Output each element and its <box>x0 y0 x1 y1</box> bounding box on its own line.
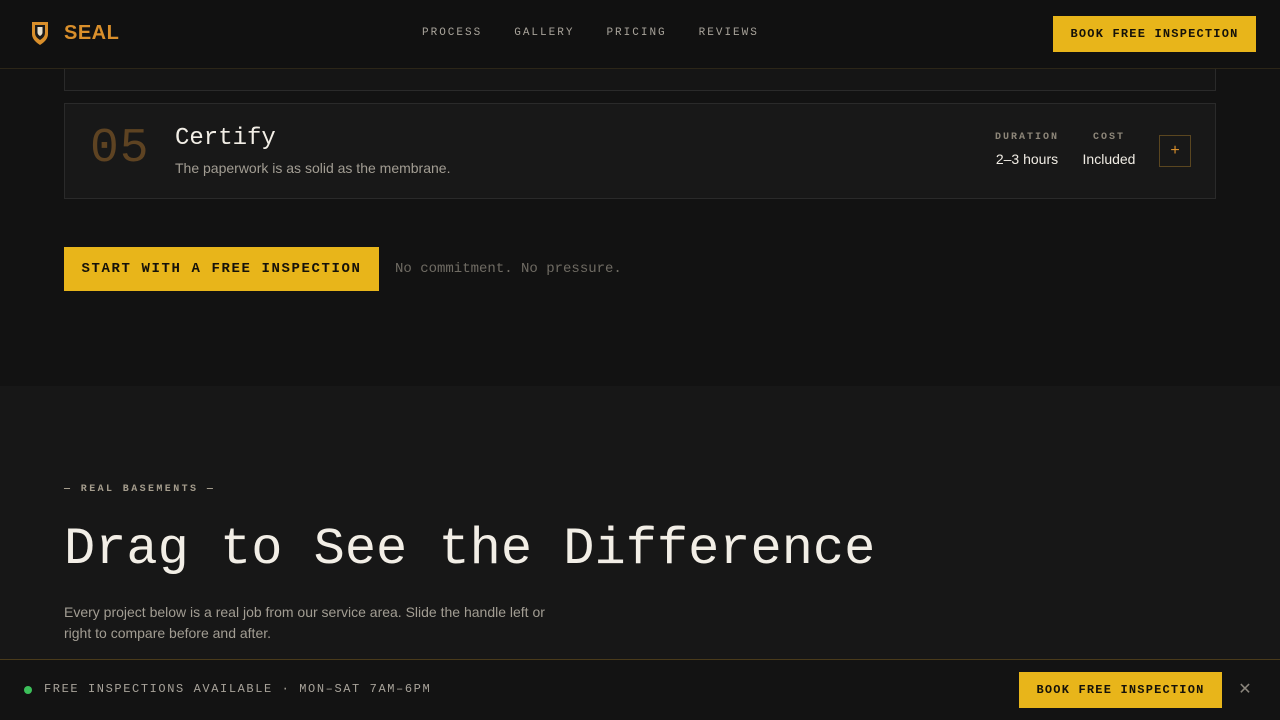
brand-logo-link[interactable]: SEAL <box>28 20 119 46</box>
cost-label: COST <box>1092 132 1125 143</box>
section-eyebrow: — REAL BASEMENTS — <box>64 484 216 495</box>
plus-icon: + <box>1170 142 1180 159</box>
nav-reviews[interactable]: REVIEWS <box>699 27 759 39</box>
brand-name: SEAL <box>64 21 120 44</box>
section-heading: Drag to See the Difference <box>64 520 876 579</box>
availability-text: FREE INSPECTIONS AVAILABLE · MON–SAT 7AM… <box>44 682 432 696</box>
bottom-book-inspection-button[interactable]: BOOK FREE INSPECTION <box>1019 672 1222 708</box>
shield-logo-icon <box>32 22 48 45</box>
step-duration: DURATION 2–3 hours <box>994 132 1060 167</box>
step-cost: COST Included <box>1081 132 1137 167</box>
nav-gallery[interactable]: GALLERY <box>514 27 574 39</box>
expand-step-button[interactable]: + <box>1159 135 1191 167</box>
duration-label: DURATION <box>994 132 1059 143</box>
close-bar-button[interactable]: ✕ <box>1236 680 1254 698</box>
start-inspection-button[interactable]: START WITH A FREE INSPECTION <box>64 247 379 291</box>
nav-pricing[interactable]: PRICING <box>606 27 666 39</box>
main-nav: PROCESS GALLERY PRICING REVIEWS <box>422 27 791 39</box>
close-icon: ✕ <box>1238 681 1252 698</box>
cta-note: No commitment. No pressure. <box>395 261 622 277</box>
step-number: 05 <box>90 122 150 176</box>
section-lead: Every project below is a real job from o… <box>64 604 545 641</box>
cost-value: Included <box>1082 151 1136 167</box>
nav-process[interactable]: PROCESS <box>422 27 482 39</box>
book-inspection-button[interactable]: BOOK FREE INSPECTION <box>1053 16 1256 52</box>
sticky-bottom-bar: FREE INSPECTIONS AVAILABLE · MON–SAT 7AM… <box>0 659 1280 720</box>
site-header: SEAL PROCESS GALLERY PRICING REVIEWS BOO… <box>0 0 1280 69</box>
step-description: The paperwork is as solid as the membran… <box>175 160 451 176</box>
process-step-card[interactable]: 05 Certify The paperwork is as solid as … <box>64 103 1216 199</box>
step-title: Certify <box>175 125 276 152</box>
status-dot-icon <box>24 686 32 694</box>
duration-value: 2–3 hours <box>995 151 1059 167</box>
